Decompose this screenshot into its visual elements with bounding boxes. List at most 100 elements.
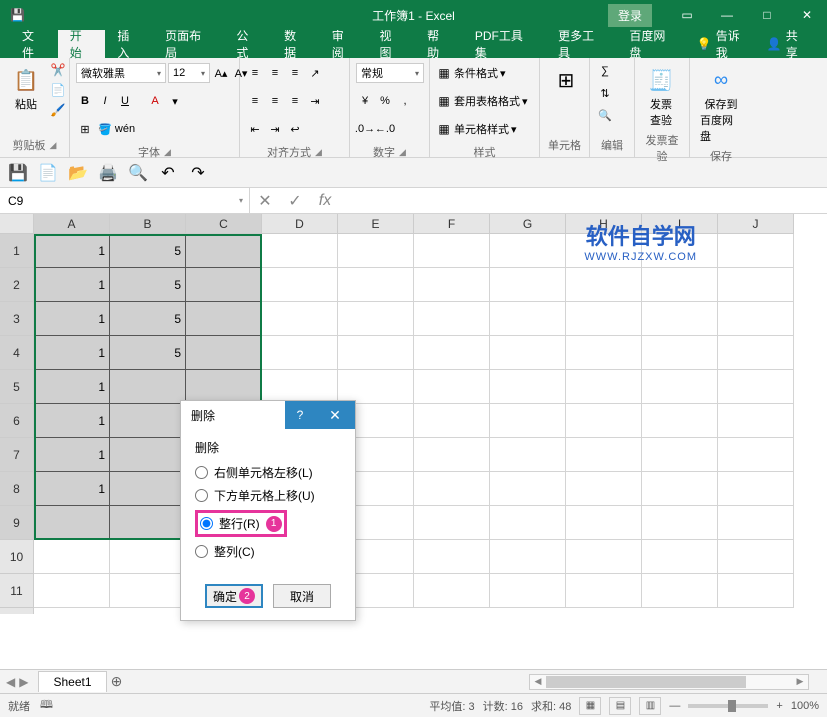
invoice-button[interactable]: 🧾 发票 查验 [641,62,681,130]
cell[interactable] [566,336,642,370]
cells-button[interactable]: ⊞ [546,62,586,98]
row-header-6[interactable]: 6 [0,404,34,438]
cell[interactable] [262,234,338,268]
minimize-icon[interactable]: — [707,0,747,30]
cell[interactable] [414,540,490,574]
cell[interactable] [642,540,718,574]
conditional-format-button[interactable]: ▦条件格式▾ [436,62,506,84]
accessibility-icon[interactable]: 🕮 [40,696,53,715]
orientation-icon[interactable]: ↗ [306,64,324,82]
cell[interactable] [642,404,718,438]
cell[interactable] [642,370,718,404]
cell[interactable] [566,302,642,336]
cell[interactable]: 1 [34,472,110,506]
paste-button[interactable]: 📋 粘贴 [6,62,46,114]
cell[interactable] [262,370,338,404]
bold-button[interactable]: B [76,92,94,110]
scroll-left-icon[interactable]: ◀ [530,676,546,687]
horizontal-scrollbar[interactable]: ◀ ▶ [529,674,809,690]
align-top-icon[interactable]: ≡ [246,64,264,82]
row-header-5[interactable]: 5 [0,370,34,404]
row-header-8[interactable]: 8 [0,472,34,506]
col-header-G[interactable]: G [490,214,566,234]
page-break-icon[interactable]: ▥ [639,697,661,715]
row-header-7[interactable]: 7 [0,438,34,472]
row-header-10[interactable]: 10 [0,540,34,574]
zoom-in-icon[interactable]: + [776,700,782,712]
cell[interactable] [414,336,490,370]
cell[interactable] [186,336,262,370]
cell[interactable] [718,506,794,540]
tab-next-icon[interactable]: ▶ [19,675,28,689]
cell[interactable] [262,336,338,370]
cell[interactable]: 1 [34,268,110,302]
cell[interactable] [186,268,262,302]
cell[interactable] [338,268,414,302]
cell[interactable] [718,574,794,608]
scroll-right-icon[interactable]: ▶ [792,676,808,687]
number-format-combo[interactable]: 常规▾ [356,63,424,83]
cell[interactable] [718,268,794,302]
radio-entire-row[interactable]: 整行(R)1 [200,515,282,532]
ok-button[interactable]: 确定2 [205,584,263,608]
cell[interactable] [718,540,794,574]
cell[interactable] [110,506,186,540]
cell[interactable] [414,370,490,404]
cell[interactable] [414,472,490,506]
dialog-help-icon[interactable]: ? [285,401,315,429]
decrease-indent-icon[interactable]: ⇤ [246,120,264,138]
cell[interactable]: 5 [110,234,186,268]
cell[interactable] [338,302,414,336]
cell[interactable] [338,234,414,268]
increase-font-icon[interactable]: A▴ [212,64,230,82]
font-size-combo[interactable]: 12▾ [168,63,210,83]
row-header-9[interactable]: 9 [0,506,34,540]
cell[interactable] [110,370,186,404]
col-header-D[interactable]: D [262,214,338,234]
qat-new-icon[interactable]: 📄 [38,163,58,183]
autosave-icon[interactable]: 💾 [0,8,35,22]
cell[interactable] [718,336,794,370]
qat-save-icon[interactable]: 💾 [8,163,28,183]
cell[interactable] [566,574,642,608]
cell[interactable] [642,506,718,540]
cell[interactable] [490,336,566,370]
cell[interactable] [110,438,186,472]
cell[interactable] [566,404,642,438]
ribbon-options-icon[interactable]: ▭ [667,0,707,30]
enter-formula-icon[interactable]: ✓ [280,191,310,211]
close-icon[interactable]: ✕ [787,0,827,30]
fill-color-button[interactable]: ▾ [166,92,184,110]
cell[interactable] [338,370,414,404]
font-launcher-icon[interactable]: ◢ [164,147,171,158]
format-painter-icon[interactable]: 🖌️ [50,102,66,118]
align-center-icon[interactable]: ≡ [266,92,284,110]
autosum-icon[interactable]: ∑ [596,62,614,80]
cell[interactable] [186,370,262,404]
radio-shift-left[interactable]: 右侧单元格左移(L) [195,464,341,481]
cell[interactable] [34,540,110,574]
cell[interactable] [110,540,186,574]
cell[interactable] [642,268,718,302]
radio-entire-col[interactable]: 整列(C) [195,543,341,560]
cell[interactable] [642,336,718,370]
row-header-11[interactable]: 11 [0,574,34,608]
scroll-thumb[interactable] [546,676,746,688]
cell[interactable] [566,370,642,404]
login-button[interactable]: 登录 [608,4,652,27]
cell[interactable] [642,472,718,506]
cell[interactable]: 1 [34,404,110,438]
align-launcher-icon[interactable]: ◢ [315,147,322,158]
qat-open-icon[interactable]: 📂 [68,163,88,183]
currency-icon[interactable]: ¥ [356,92,374,110]
cell[interactable] [414,268,490,302]
row-header-3[interactable]: 3 [0,302,34,336]
col-header-F[interactable]: F [414,214,490,234]
cell[interactable] [642,438,718,472]
cell[interactable] [414,302,490,336]
row-header-2[interactable]: 2 [0,268,34,302]
cell[interactable] [490,370,566,404]
cell[interactable] [414,234,490,268]
cell[interactable] [566,540,642,574]
clipboard-launcher-icon[interactable]: ◢ [50,140,57,151]
